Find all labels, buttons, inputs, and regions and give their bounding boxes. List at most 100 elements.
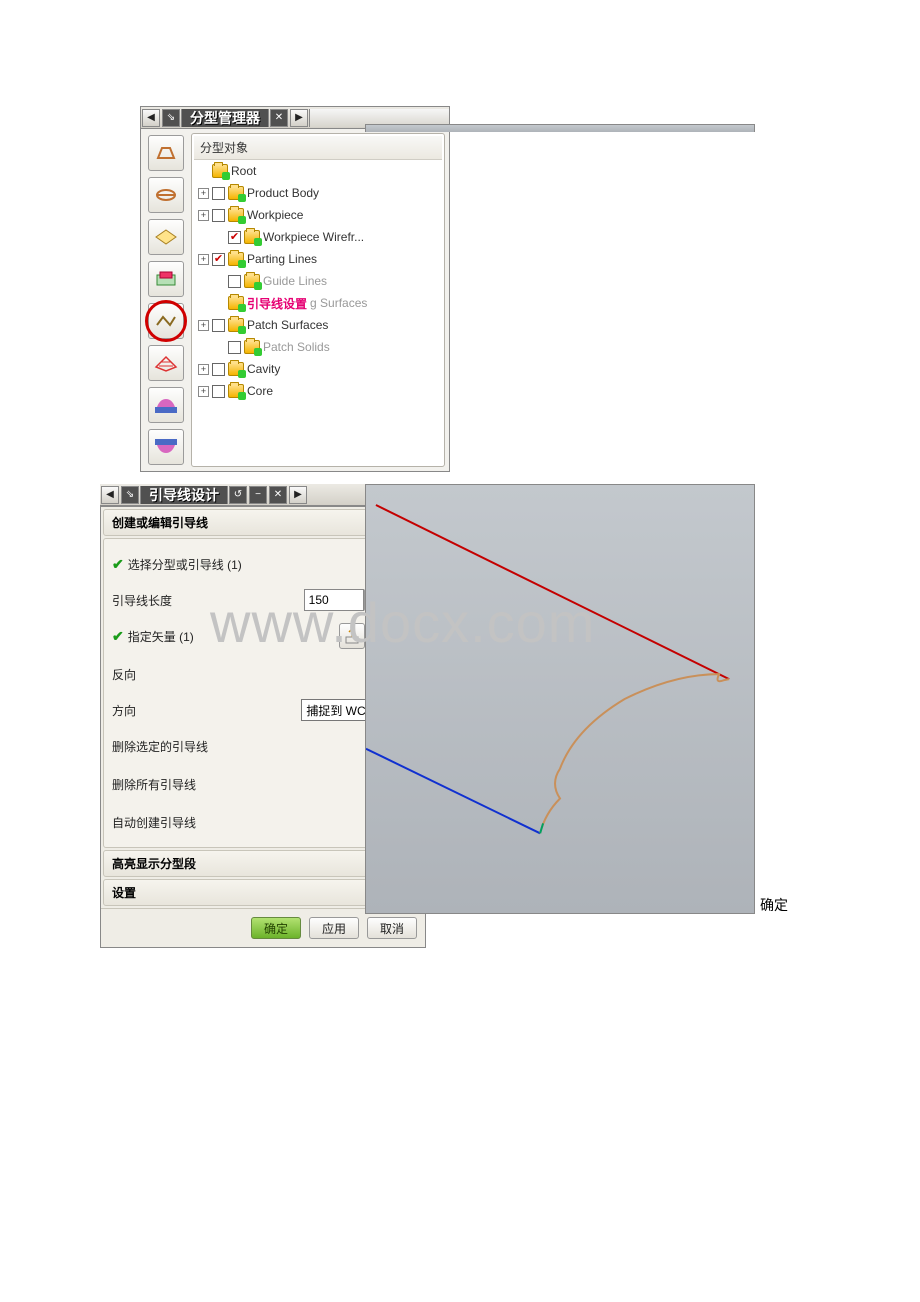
check-icon: ✔ [112,628,124,645]
tree-item-label: Parting Lines [247,252,317,266]
tab-bar-2: ◀ ⇘ 引导线设计 ↺ − ✕ ▶ [100,484,365,506]
nav-prev-button-2[interactable]: ◀ [101,486,119,504]
folder-icon [228,186,244,200]
length-input[interactable] [304,589,364,611]
tree-view: 分型对象 Root + Product Body + Workpiece ✔ Workpie… [191,133,445,467]
tree-item[interactable]: + Workpiece [194,204,442,226]
close-tab-button-2[interactable]: ✕ [269,486,287,504]
folder-icon [228,208,244,222]
pin-button[interactable]: ⇘ [162,109,180,127]
label-vector: 指定矢量 (1) [128,628,194,645]
minimize-button[interactable]: − [249,486,267,504]
close-icon: ✕ [275,112,283,123]
folder-icon [244,274,260,288]
label-auto-create: 自动创建引导线 [112,814,196,831]
tree-expander[interactable]: + [198,254,209,265]
tree-item-label: Patch Solids [263,340,330,354]
tool-icon-guide-lines[interactable] [148,303,184,339]
tree-expander [214,298,225,309]
tool-icon-2[interactable] [148,177,184,213]
tree-checkbox[interactable] [212,363,225,376]
tool-icon-7[interactable] [148,387,184,423]
tree-item-label: 引导线设置 [247,295,307,312]
folder-icon [228,318,244,332]
tree-checkbox[interactable] [212,319,225,332]
tree-item[interactable]: Root [194,160,442,182]
tree-item-label: Guide Lines [263,274,327,288]
tree-expander[interactable]: + [198,364,209,375]
undo-button[interactable]: ↺ [229,486,247,504]
check-icon: ✔ [112,556,124,573]
tree-expander[interactable]: + [198,320,209,331]
tree-expander[interactable]: + [198,188,209,199]
tree-item-label: Root [231,164,256,178]
tree-item[interactable]: Patch Solids [194,336,442,358]
minus-icon: − [255,489,261,500]
tool-icon-3[interactable] [148,219,184,255]
tree-expander[interactable]: + [198,386,209,397]
right-arrow-icon: ▶ [295,112,303,123]
tree-expander[interactable]: + [198,210,209,221]
undo-icon: ↺ [234,489,242,500]
panel-title: 分型管理器 [181,109,269,127]
tree-checkbox[interactable] [228,341,241,354]
nav-prev-button[interactable]: ◀ [142,109,160,127]
left-tool-strip [143,131,189,469]
note-text: 确定 [760,895,788,915]
label-direction: 方向 [112,702,136,719]
tree-item-label: Workpiece Wirefr... [263,230,364,244]
close-icon: ✕ [274,489,282,500]
pin-icon: ⇘ [126,489,134,500]
tool-icon-8[interactable] [148,429,184,465]
section-title-settings: 设置 [112,884,136,901]
tree-item[interactable]: Guide Lines [194,270,442,292]
tree-item-label: Product Body [247,186,319,200]
nav-next-button-2[interactable]: ▶ [289,486,307,504]
tree-item-label: Core [247,384,273,398]
tree-item-label: Patch Surfaces [247,318,328,332]
tree-expander [214,342,225,353]
nav-next-button[interactable]: ▶ [290,109,308,127]
folder-icon [228,384,244,398]
pin-icon: ⇘ [167,112,175,123]
tree-item[interactable]: ✔ Workpiece Wirefr... [194,226,442,248]
left-arrow-icon: ◀ [106,489,114,500]
tree-item[interactable]: + Patch Surfaces [194,314,442,336]
tree-checkbox[interactable]: ✔ [212,253,225,266]
tree-expander [214,276,225,287]
tree-item[interactable]: +Cavity [194,358,442,380]
label-length: 引导线长度 [112,592,172,609]
tool-icon-4[interactable] [148,261,184,297]
parting-manager-panel: ◀ ⇘ 分型管理器 ✕ ▶ 分型对象 Root + Product Body + Wor… [140,106,450,472]
label-delete-selected: 删除选定的引导线 [112,738,208,755]
folder-icon [244,340,260,354]
cancel-button[interactable]: 取消 [367,917,417,939]
ok-button[interactable]: 确定 [251,917,301,939]
tree-checkbox[interactable] [212,187,225,200]
tree-item[interactable]: +✔ Parting Lines [194,248,442,270]
apply-button[interactable]: 应用 [309,917,359,939]
tree-checkbox[interactable]: ✔ [228,231,241,244]
tool-icon-6[interactable] [148,345,184,381]
pin-button-2[interactable]: ⇘ [121,486,139,504]
folder-icon [228,362,244,376]
folder-icon [244,230,260,244]
tree-item[interactable]: + Core [194,380,442,402]
tree-item[interactable]: 引导线设置g Surfaces [194,292,442,314]
tool-icon-1[interactable] [148,135,184,171]
tree-expander [214,232,225,243]
tree-checkbox[interactable] [212,209,225,222]
folder-icon [228,296,244,310]
close-tab-button[interactable]: ✕ [270,109,288,127]
viewport-strip [365,124,755,132]
label-delete-all: 删除所有引导线 [112,776,196,793]
tree-item-label: Workpiece [247,208,303,222]
viewport[interactable] [365,484,755,914]
tree-header: 分型对象 [194,136,442,160]
tree-checkbox[interactable] [228,275,241,288]
left-arrow-icon: ◀ [147,112,155,123]
folder-icon [212,164,228,178]
vector-dir-button[interactable] [339,623,365,649]
tree-checkbox[interactable] [212,385,225,398]
tree-item[interactable]: + Product Body [194,182,442,204]
